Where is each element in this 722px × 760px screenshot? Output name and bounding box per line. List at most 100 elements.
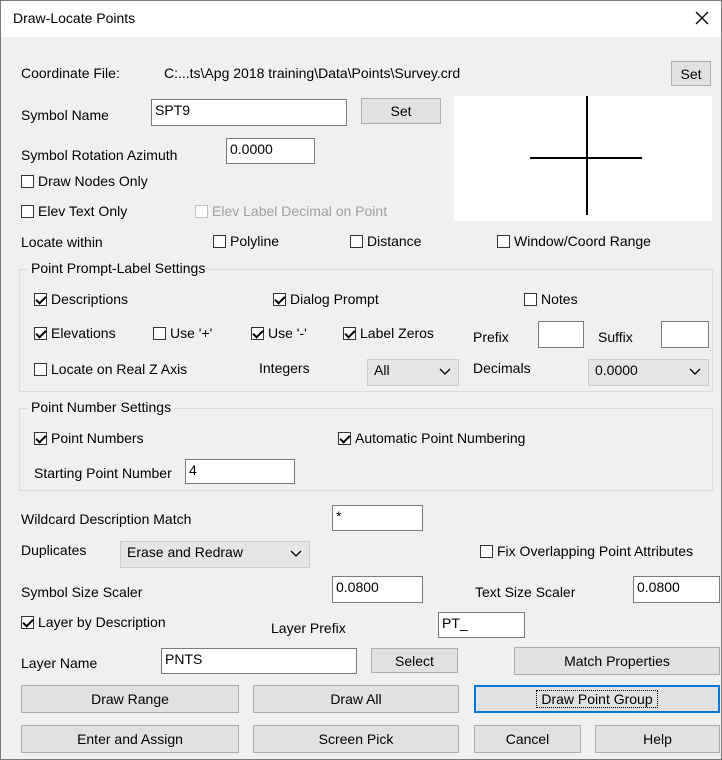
layer-by-description-checkbox[interactable]: Layer by Description <box>21 614 166 630</box>
draw-nodes-only-checkbox[interactable]: Draw Nodes Only <box>21 173 148 189</box>
dialog-prompt-label: Dialog Prompt <box>290 291 379 307</box>
coordinate-file-label: Coordinate File: <box>21 65 120 81</box>
automatic-point-numbering-checkbox[interactable]: Automatic Point Numbering <box>338 430 525 446</box>
dialog-title: Draw-Locate Points <box>13 10 136 26</box>
locate-real-z-label: Locate on Real Z Axis <box>51 361 188 377</box>
checkbox-box <box>213 234 226 248</box>
decimals-select[interactable]: 0.0000 <box>588 359 709 386</box>
label-zeros-checkbox[interactable]: Label Zeros <box>343 325 434 341</box>
label-zeros-label: Label Zeros <box>360 325 434 341</box>
suffix-input[interactable] <box>661 321 709 348</box>
elev-text-only-checkbox[interactable]: Elev Text Only <box>21 203 127 219</box>
polyline-checkbox[interactable]: Polyline <box>213 233 279 249</box>
help-button[interactable]: Help <box>595 725 720 753</box>
symbol-size-scaler-label: Symbol Size Scaler <box>21 584 143 600</box>
layer-prefix-input[interactable]: PT_ <box>438 612 525 638</box>
checkbox-box <box>153 326 166 340</box>
checkbox-box <box>524 292 537 306</box>
descriptions-checkbox[interactable]: Descriptions <box>34 291 128 307</box>
cancel-button[interactable]: Cancel <box>474 725 581 753</box>
wildcard-description-input[interactable]: * <box>332 505 423 531</box>
checkbox-box <box>350 234 363 248</box>
crosshair-symbol-icon <box>530 96 642 215</box>
duplicates-label: Duplicates <box>21 542 87 558</box>
decimals-select-value: 0.0000 <box>595 362 638 378</box>
symbol-rotation-input[interactable]: 0.0000 <box>226 138 315 164</box>
fix-overlapping-checkbox[interactable]: Fix Overlapping Point Attributes <box>480 543 693 559</box>
elevations-label: Elevations <box>51 325 116 341</box>
use-minus-checkbox[interactable]: Use '-' <box>251 325 307 341</box>
polyline-label: Polyline <box>230 233 280 249</box>
checkbox-box-checked <box>34 292 47 306</box>
notes-label: Notes <box>541 291 578 307</box>
chevron-down-icon <box>689 363 701 382</box>
locate-within-label: Locate within <box>21 234 103 250</box>
checkbox-box-checked <box>34 326 47 340</box>
match-properties-label: Match Properties <box>564 653 670 669</box>
draw-point-group-button[interactable]: Draw Point Group <box>474 685 720 713</box>
integers-select[interactable]: All <box>367 359 459 386</box>
elevations-checkbox[interactable]: Elevations <box>34 325 116 341</box>
coordinate-file-set-button[interactable]: Set <box>671 61 711 86</box>
draw-range-label: Draw Range <box>91 691 169 707</box>
fix-overlapping-label: Fix Overlapping Point Attributes <box>497 543 694 559</box>
elev-label-decimal-label: Elev Label Decimal on Point <box>212 203 388 219</box>
symbol-name-label: Symbol Name <box>21 107 109 123</box>
checkbox-box <box>34 362 47 376</box>
starting-point-number-label: Starting Point Number <box>34 465 172 481</box>
checkbox-box-checked <box>343 326 356 340</box>
descriptions-label: Descriptions <box>51 291 129 307</box>
starting-point-number-input[interactable]: 4 <box>185 459 295 484</box>
layer-select-label: Select <box>395 652 434 669</box>
duplicates-select-value: Erase and Redraw <box>127 544 243 560</box>
text-size-scaler-label: Text Size Scaler <box>475 584 576 600</box>
checkbox-box <box>21 204 34 218</box>
chevron-down-icon <box>290 545 302 564</box>
checkbox-box <box>497 234 510 248</box>
integers-label: Integers <box>259 360 310 376</box>
enter-and-assign-button[interactable]: Enter and Assign <box>21 725 239 753</box>
distance-checkbox[interactable]: Distance <box>350 233 421 249</box>
match-properties-button[interactable]: Match Properties <box>514 647 720 675</box>
screen-pick-button[interactable]: Screen Pick <box>253 725 459 753</box>
use-plus-checkbox[interactable]: Use '+' <box>153 325 212 341</box>
layer-name-input[interactable]: PNTS <box>161 648 357 674</box>
checkbox-box <box>480 544 493 558</box>
suffix-label: Suffix <box>598 329 633 345</box>
checkbox-box-checked <box>273 292 286 306</box>
symbol-size-scaler-input[interactable]: 0.0800 <box>332 576 423 603</box>
checkbox-box-checked <box>251 326 264 340</box>
elev-label-decimal-checkbox: Elev Label Decimal on Point <box>195 203 387 219</box>
prefix-label: Prefix <box>473 329 509 345</box>
layer-by-description-label: Layer by Description <box>38 614 166 630</box>
draw-point-group-label: Draw Point Group <box>536 690 658 708</box>
window-coord-range-checkbox[interactable]: Window/Coord Range <box>497 233 651 249</box>
checkbox-box-checked <box>21 615 34 629</box>
coordinate-file-path: C:...ts\Apg 2018 training\Data\Points\Su… <box>164 65 461 81</box>
point-numbers-checkbox[interactable]: Point Numbers <box>34 430 144 446</box>
notes-checkbox[interactable]: Notes <box>524 291 578 307</box>
cancel-label: Cancel <box>505 731 550 747</box>
coordinate-file-set-label: Set <box>680 65 702 82</box>
enter-and-assign-label: Enter and Assign <box>77 731 183 747</box>
locate-real-z-checkbox[interactable]: Locate on Real Z Axis <box>34 361 187 377</box>
duplicates-select[interactable]: Erase and Redraw <box>120 541 310 568</box>
close-icon[interactable] <box>691 7 713 29</box>
layer-select-button[interactable]: Select <box>371 648 458 673</box>
title-bar: Draw-Locate Points <box>1 1 721 37</box>
integers-select-value: All <box>374 362 390 378</box>
symbol-name-input[interactable]: SPT9 <box>151 99 347 126</box>
symbol-set-label: Set <box>390 103 412 119</box>
window-coord-range-label: Window/Coord Range <box>514 233 651 249</box>
text-size-scaler-input[interactable]: 0.0800 <box>633 576 720 603</box>
draw-all-button[interactable]: Draw All <box>253 685 459 713</box>
point-prompt-label-settings-title: Point Prompt-Label Settings <box>28 260 209 276</box>
symbol-set-button[interactable]: Set <box>361 98 441 124</box>
checkbox-box <box>195 204 208 218</box>
dialog-prompt-checkbox[interactable]: Dialog Prompt <box>273 291 379 307</box>
checkbox-box <box>21 174 34 188</box>
draw-nodes-only-label: Draw Nodes Only <box>38 173 148 189</box>
draw-range-button[interactable]: Draw Range <box>21 685 239 713</box>
automatic-point-numbering-label: Automatic Point Numbering <box>355 430 526 446</box>
prefix-input[interactable] <box>538 321 584 348</box>
